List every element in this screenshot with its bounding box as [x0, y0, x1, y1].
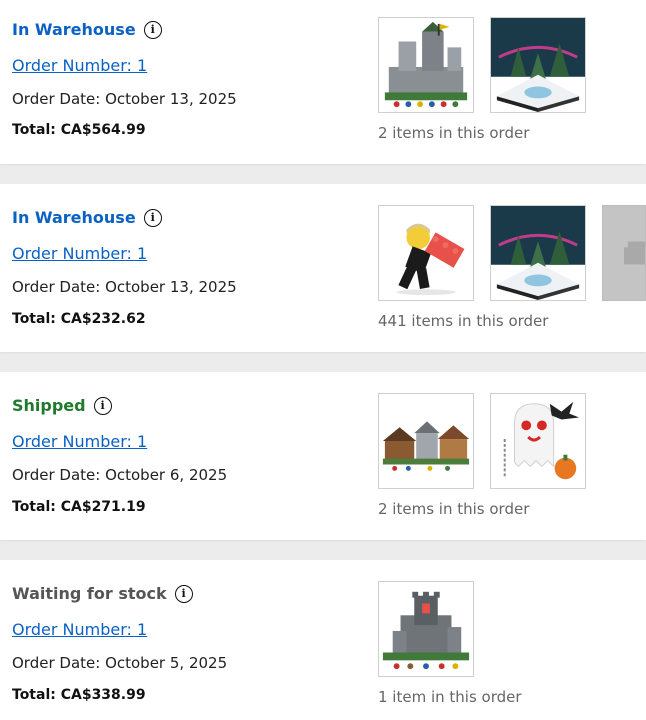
items-count: 441 items in this order [378, 312, 549, 330]
order-date: Order Date: October 6, 2025 [12, 466, 228, 484]
order-status: In Warehouse i [12, 20, 162, 39]
items-count: 2 items in this order [378, 500, 530, 518]
order-status: Waiting for stock i [12, 584, 193, 603]
order-status: Shipped i [12, 396, 112, 415]
product-thumbnail-castle-set[interactable] [378, 17, 474, 113]
order-number-link[interactable]: Order Number: 1 [12, 620, 147, 639]
product-thumbnail-ghost-halloween-set[interactable] [490, 393, 586, 489]
order-status-label: Shipped [12, 396, 86, 415]
order-date: Order Date: October 13, 2025 [12, 90, 237, 108]
info-icon[interactable]: i [93, 396, 112, 415]
product-thumbnail-medieval-town-set[interactable] [378, 393, 474, 489]
order-status-label: Waiting for stock [12, 584, 167, 603]
order-date: Order Date: October 5, 2025 [12, 654, 228, 672]
product-thumbnail-winter-scene-set[interactable] [490, 205, 586, 301]
order-status-label: In Warehouse [12, 20, 136, 39]
order-total: Total: CA$271.19 [12, 499, 146, 515]
order-date: Order Date: October 13, 2025 [12, 278, 237, 296]
product-thumbnail-placeholder[interactable] [602, 205, 646, 301]
product-thumbnail-winter-scene-set[interactable] [490, 17, 586, 113]
order-card: Shipped i Order Number: 1 Order Date: Oc… [0, 372, 646, 540]
info-icon[interactable]: i [143, 20, 162, 39]
order-total: Total: CA$564.99 [12, 122, 146, 138]
items-count: 2 items in this order [378, 124, 530, 142]
info-icon[interactable]: i [174, 584, 193, 603]
order-number-link[interactable]: Order Number: 1 [12, 56, 147, 75]
order-card: In Warehouse i Order Number: 1 Order Dat… [0, 184, 646, 352]
order-card: Waiting for stock i Order Number: 1 Orde… [0, 560, 646, 720]
info-icon[interactable]: i [143, 208, 162, 227]
order-total: Total: CA$232.62 [12, 311, 146, 327]
product-thumbnail-dark-castle-set[interactable] [378, 581, 474, 677]
items-count: 1 item in this order [378, 688, 522, 706]
order-status-label: In Warehouse [12, 208, 136, 227]
order-number-link[interactable]: Order Number: 1 [12, 244, 147, 263]
product-thumbnail-minifigure-with-brick[interactable] [378, 205, 474, 301]
order-number-link[interactable]: Order Number: 1 [12, 432, 147, 451]
order-card: In Warehouse i Order Number: 1 Order Dat… [0, 0, 646, 164]
order-status: In Warehouse i [12, 208, 162, 227]
order-total: Total: CA$338.99 [12, 687, 146, 703]
